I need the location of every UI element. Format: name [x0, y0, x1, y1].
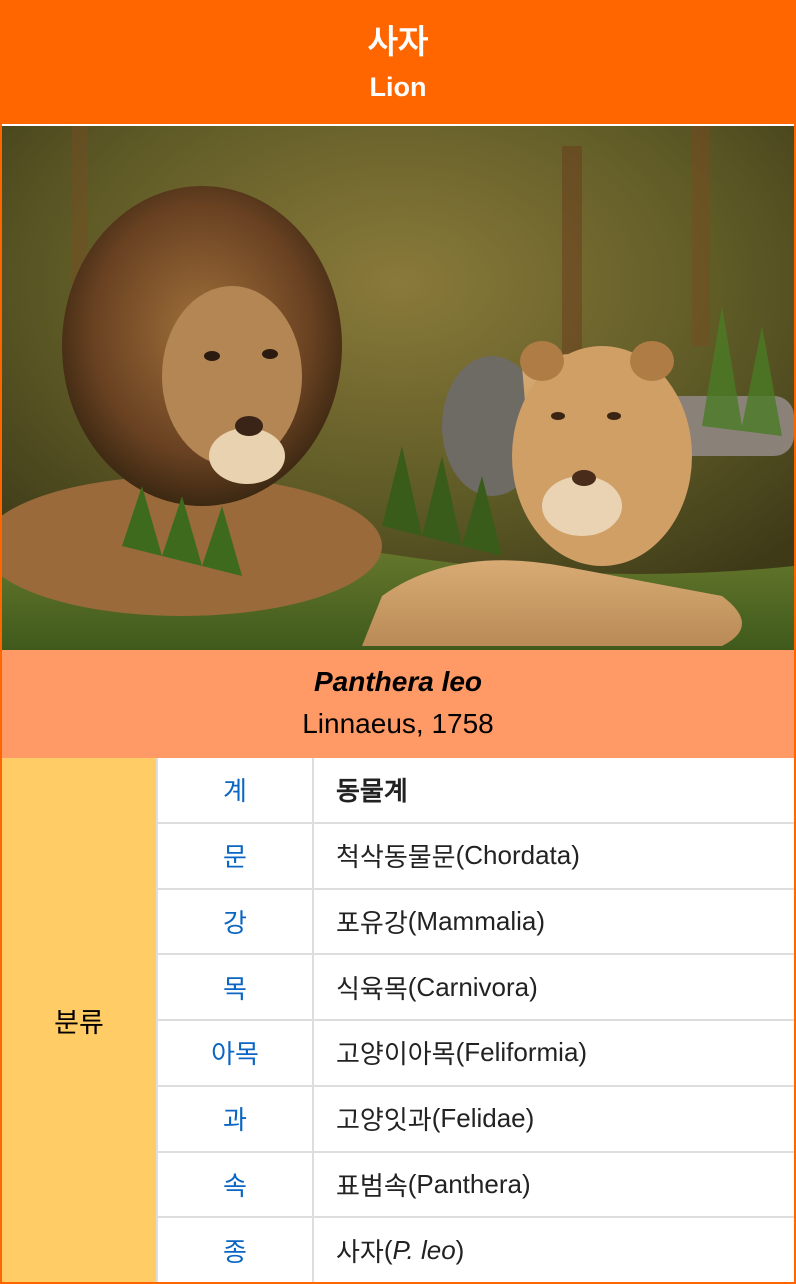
species-infobox: 사자 Lion Panthera leo Linnaeus, 1758 분류 계…: [0, 0, 796, 1284]
name-authority: Linnaeus, 1758: [302, 708, 494, 739]
infobox-header: 사자 Lion: [2, 2, 794, 124]
taxon-ko: 척삭동물문: [336, 843, 456, 874]
taxonomy-label: 분류: [2, 758, 156, 1282]
taxonomy-table: 분류 계 동물계 문 척삭동물문 (Chordata) 강 포유강 (Mammali…: [2, 758, 794, 1282]
taxon-latin-close: ): [455, 1234, 465, 1265]
taxon-latin-open: (: [383, 1234, 393, 1265]
rank-link-suborder[interactable]: 아목: [158, 1021, 314, 1085]
taxon-ko: 고양잇과: [336, 1106, 432, 1137]
taxonomy-row-kingdom: 계 동물계: [156, 758, 794, 822]
taxon-value-class: 포유강 (Mammalia): [314, 890, 794, 954]
taxonomy-row-genus: 속 표범속 (Panthera): [156, 1150, 794, 1217]
taxonomy-rows: 계 동물계 문 척삭동물문 (Chordata) 강 포유강 (Mammalia) …: [156, 758, 794, 1282]
taxonomy-row-suborder: 아목 고양이아목 (Feliformia): [156, 1019, 794, 1085]
taxon-value-genus: 표범속 (Panthera): [314, 1153, 794, 1217]
taxon-ko: 표범속: [336, 1171, 408, 1202]
scientific-name-section: Panthera leo Linnaeus, 1758: [2, 650, 794, 758]
taxon-value-kingdom: 동물계: [314, 758, 794, 822]
rank-link-family[interactable]: 과: [158, 1086, 314, 1151]
taxon-value-family: 고양잇과 (Felidae): [314, 1087, 794, 1151]
taxon-latin: (Mammalia): [407, 905, 545, 936]
rank-link-class[interactable]: 강: [158, 889, 314, 954]
taxon-value-suborder: 고양이아목 (Feliformia): [314, 1021, 794, 1085]
taxon-ko: 포유강: [336, 908, 408, 939]
taxon-ko: 고양이아목: [336, 1040, 456, 1071]
english-title: Lion: [369, 72, 427, 102]
taxonomy-row-phylum: 문 척삭동물문 (Chordata): [156, 821, 794, 888]
rank-link-species[interactable]: 종: [158, 1218, 314, 1282]
taxon-ko: 사자: [336, 1237, 384, 1268]
taxon-latin: (Chordata): [455, 840, 580, 871]
taxonomy-row-species: 종 사자(P. leo): [156, 1216, 794, 1282]
taxonomy-row-family: 과 고양잇과 (Felidae): [156, 1084, 794, 1151]
taxonomy-row-class: 강 포유강 (Mammalia): [156, 887, 794, 954]
taxon-latin: (Panthera): [407, 1168, 531, 1199]
binomial-name: Panthera leo: [313, 666, 483, 697]
taxon-latin: (Felidae): [431, 1103, 535, 1134]
taxon-ko: 식육목: [336, 974, 408, 1005]
lion-photo[interactable]: [2, 124, 794, 650]
taxon-value-species: 사자(P. leo): [314, 1218, 794, 1282]
taxon-value-phylum: 척삭동물문 (Chordata): [314, 824, 794, 888]
taxon-latin: (Carnivora): [407, 971, 538, 1002]
taxon-latin-italic: P. leo: [392, 1234, 456, 1265]
taxon-ko: 동물계: [336, 777, 408, 808]
taxon-latin: (Feliformia): [455, 1037, 588, 1068]
taxon-value-order: 식육목 (Carnivora): [314, 955, 794, 1019]
taxonomy-row-order: 목 식육목 (Carnivora): [156, 953, 794, 1019]
lion-photo-illustration: [2, 126, 794, 650]
rank-link-genus[interactable]: 속: [158, 1152, 314, 1217]
korean-title: 사자: [367, 22, 429, 61]
rank-link-kingdom[interactable]: 계: [158, 758, 314, 822]
rank-link-phylum[interactable]: 문: [158, 823, 314, 888]
rank-link-order[interactable]: 목: [158, 955, 314, 1019]
